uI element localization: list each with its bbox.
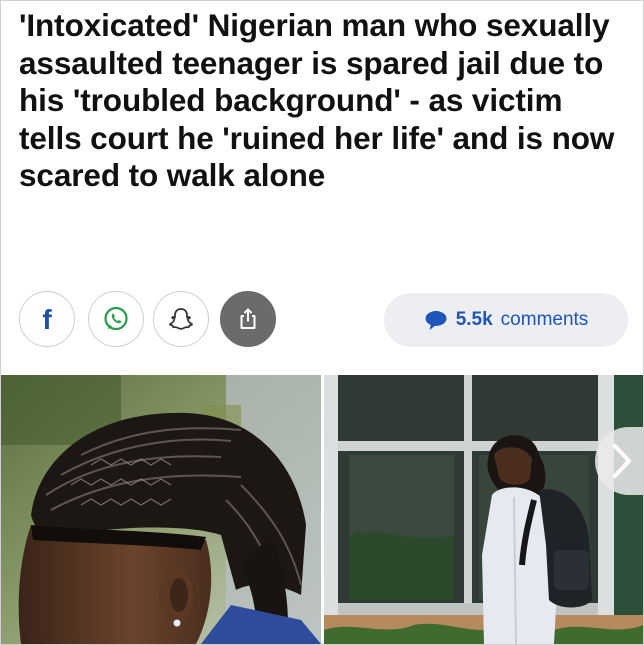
- walking-photo-image: [324, 375, 643, 644]
- comments-button[interactable]: 5.5k comments: [384, 293, 628, 347]
- photo-gallery: [1, 375, 643, 644]
- comments-count: 5.5k: [455, 309, 493, 330]
- speech-bubble-icon: [425, 311, 447, 330]
- facebook-share-button[interactable]: f: [19, 291, 75, 347]
- whatsapp-share-button[interactable]: [88, 291, 144, 347]
- comments-label: comments: [500, 309, 589, 330]
- snapchat-icon: [169, 308, 193, 330]
- photo-walking[interactable]: [324, 375, 643, 644]
- whatsapp-icon: [104, 306, 128, 331]
- share-bar: f 5.5k comments: [19, 291, 629, 349]
- article-card: 'Intoxicated' Nigerian man who sexually …: [0, 0, 644, 645]
- closeup-photo-image: [1, 375, 321, 644]
- article-headline: 'Intoxicated' Nigerian man who sexually …: [19, 7, 615, 193]
- photo-closeup[interactable]: [1, 375, 321, 644]
- share-icon: [240, 308, 256, 329]
- native-share-button[interactable]: [220, 291, 276, 347]
- facebook-icon: f: [42, 304, 52, 335]
- snapchat-share-button[interactable]: [153, 291, 209, 347]
- chevron-right-icon: [613, 444, 631, 478]
